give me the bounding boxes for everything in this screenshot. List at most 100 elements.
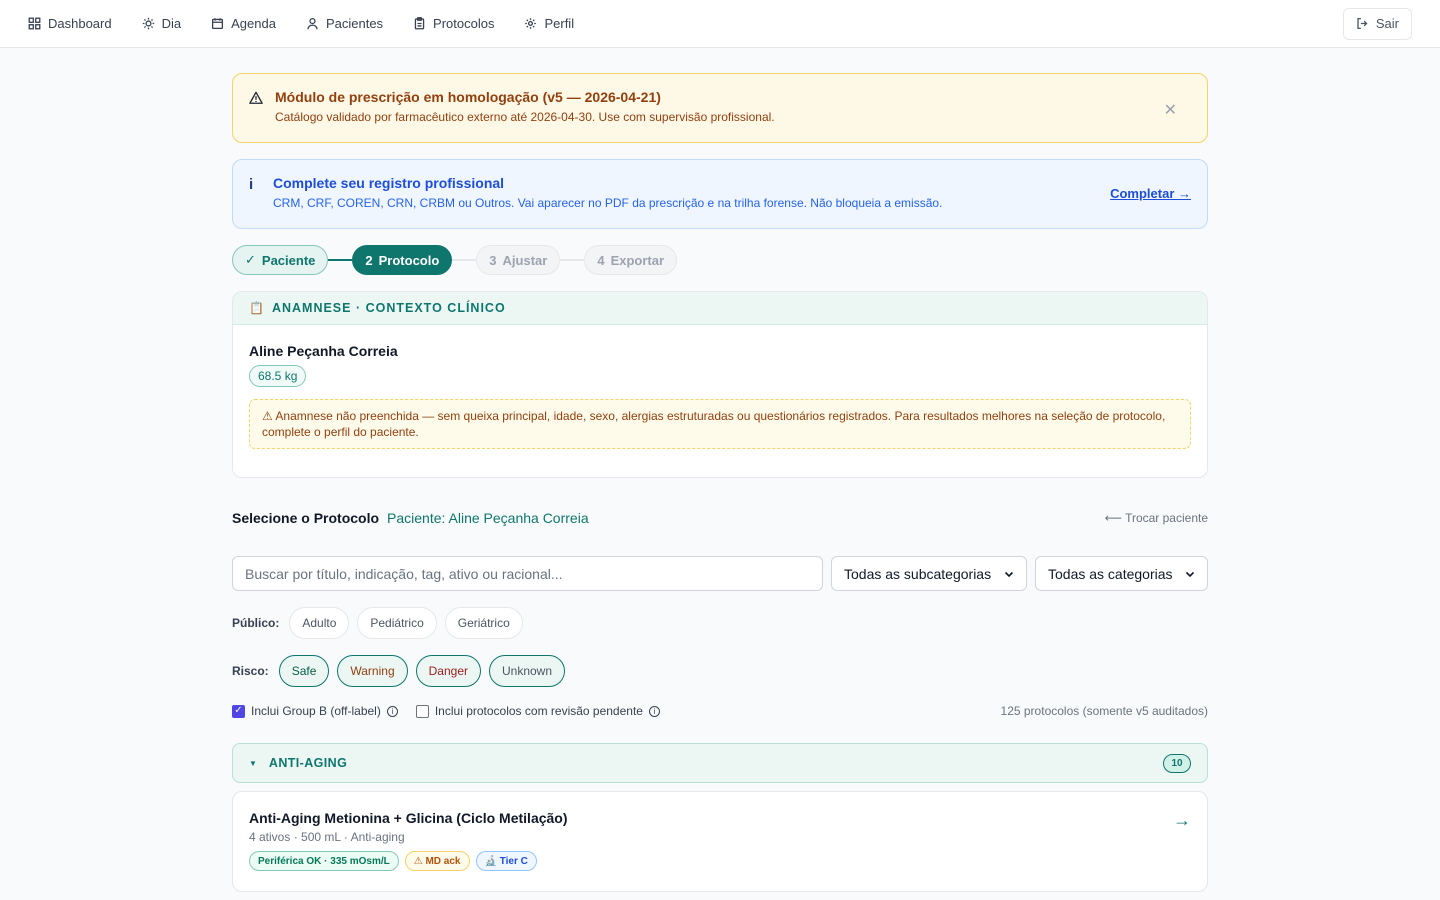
step-ajustar[interactable]: 3 Ajustar xyxy=(476,245,561,275)
nav-agenda-label: Agenda xyxy=(231,16,276,31)
protocol-tags: Periférica OK · 335 mOsm/L ⚠ MD ack 🔬 Ti… xyxy=(249,851,1191,871)
anamnese-card: 📋 ANAMNESE · CONTEXTO CLÍNICO Aline Peça… xyxy=(232,291,1208,478)
info-icon[interactable]: i xyxy=(648,705,660,717)
nav-dia[interactable]: Dia xyxy=(142,16,182,31)
nav-dashboard-label: Dashboard xyxy=(48,16,112,31)
step-ajustar-prefix: 3 xyxy=(489,252,497,268)
user-icon xyxy=(307,17,318,30)
group-name: ANTI-AGING xyxy=(268,756,348,770)
protocol-filters: Todas as subcategorias Todas as categori… xyxy=(232,556,1208,591)
arrow-right-icon[interactable]: → xyxy=(1173,810,1191,831)
tag-md-ack: ⚠ MD ack xyxy=(404,851,470,871)
chip-risk-danger[interactable]: Danger xyxy=(415,655,481,687)
protocol-count: 125 protocolos (somente v5 auditados) xyxy=(1000,704,1208,718)
pending-review-checkbox[interactable] xyxy=(415,704,429,718)
selector-title: Selecione o Protocolo xyxy=(232,510,380,526)
step-ajustar-label: Ajustar xyxy=(502,252,548,268)
anamnese-card-body: Aline Peçanha Correia 68.5 kg ⚠ Anamnese… xyxy=(233,325,1207,477)
step-paciente-label: Paciente xyxy=(261,252,316,268)
warning-banner-subtitle: Catálogo validado por farmacêutico exter… xyxy=(275,110,775,124)
nav-pacientes-label: Pacientes xyxy=(325,16,384,31)
caret-down-icon: ▼ xyxy=(249,758,257,768)
step-paciente[interactable]: ✓ Paciente xyxy=(232,245,329,275)
risk-label: Risco: xyxy=(232,664,269,678)
swap-patient-link[interactable]: ⟵ Trocar paciente xyxy=(1105,511,1208,525)
clipboard-icon xyxy=(414,17,425,30)
complete-registration-link[interactable]: Completar → xyxy=(1110,186,1191,201)
logout-button[interactable]: Sair xyxy=(1342,7,1412,40)
category-select[interactable]: Todas as categorias xyxy=(1035,556,1208,591)
chip-risk-warning[interactable]: Warning xyxy=(337,655,408,687)
protocol-card[interactable]: Anti-Aging Metionina + Glicina (Ciclo Me… xyxy=(232,791,1208,892)
pending-review-label: Inclui protocolos com revisão pendente xyxy=(434,704,643,718)
top-navbar: Dashboard Dia Agenda Pacientes Protocolo… xyxy=(0,0,1440,48)
nav-perfil-label: Perfil xyxy=(544,16,575,31)
clipboard-icon: 📋 xyxy=(249,301,264,315)
chip-pediatrico[interactable]: Pediátrico xyxy=(357,607,437,639)
chip-risk-unknown[interactable]: Unknown xyxy=(488,655,566,687)
nav-dia-label: Dia xyxy=(161,16,182,31)
step-connector xyxy=(452,259,477,261)
step-exportar[interactable]: 4 Exportar xyxy=(584,245,678,275)
option-pending-review: Inclui protocolos com revisão pendente i xyxy=(415,704,660,718)
nav-protocolos-label: Protocolos xyxy=(433,16,495,31)
risk-filter-row: Risco: Safe Warning Danger Unknown xyxy=(232,655,1208,687)
info-banner-subtitle: CRM, CRF, COREN, CRN, CRBM ou Outros. Va… xyxy=(273,196,943,210)
chip-risk-safe[interactable]: Safe xyxy=(278,655,330,687)
public-label: Público: xyxy=(232,616,280,630)
step-connector xyxy=(560,259,585,261)
step-paciente-prefix: ✓ xyxy=(245,252,256,267)
warning-triangle-icon xyxy=(249,91,263,104)
step-protocolo-prefix: 2 xyxy=(365,252,373,268)
nav-perfil[interactable]: Perfil xyxy=(524,16,574,31)
chip-adulto[interactable]: Adulto xyxy=(289,607,350,639)
step-protocolo-label: Protocolo xyxy=(378,252,440,268)
calendar-icon xyxy=(212,18,224,30)
anamnese-card-title: ANAMNESE · CONTEXTO CLÍNICO xyxy=(271,301,506,315)
include-options-row: Inclui Group B (off-label) i Inclui prot… xyxy=(232,703,1208,719)
group-count-badge: 10 xyxy=(1163,753,1191,773)
anamnese-missing-warning: ⚠ Anamnese não preenchida — sem queixa p… xyxy=(249,399,1191,449)
warning-banner-text: Módulo de prescrição em homologação (v5 … xyxy=(275,88,775,126)
protocol-search-input[interactable] xyxy=(232,556,823,591)
step-exportar-prefix: 4 xyxy=(597,252,605,268)
category-group-anti-aging[interactable]: ▼ ANTI-AGING 10 xyxy=(232,743,1208,783)
chip-geriatrico[interactable]: Geriátrico xyxy=(444,607,523,639)
public-filter-row: Público: Adulto Pediátrico Geriátrico xyxy=(232,607,1208,639)
group-b-checkbox[interactable] xyxy=(232,704,245,718)
gear-icon xyxy=(525,18,537,29)
logout-label: Sair xyxy=(1375,16,1399,31)
tag-tier: 🔬 Tier C xyxy=(475,851,537,871)
nav-protocolos[interactable]: Protocolos xyxy=(413,16,494,31)
nav-items: Dashboard Dia Agenda Pacientes Protocolo… xyxy=(28,16,1343,31)
info-icon: i xyxy=(249,176,254,193)
weight-badge: 68.5 kg xyxy=(249,365,307,387)
protocol-name: Anti-Aging Metionina + Glicina (Ciclo Me… xyxy=(249,810,568,826)
group-b-label: Inclui Group B (off-label) xyxy=(251,704,381,718)
nav-dashboard[interactable]: Dashboard xyxy=(28,16,112,31)
patient-name: Aline Peçanha Correia xyxy=(249,343,398,359)
warning-banner-title: Módulo de prescrição em homologação (v5 … xyxy=(275,89,661,105)
grid-icon xyxy=(28,17,41,30)
subcategory-select[interactable]: Todas as subcategorias xyxy=(831,556,1027,591)
main-content: Módulo de prescrição em homologação (v5 … xyxy=(232,48,1208,892)
info-banner-text: Complete seu registro profissional CRM, … xyxy=(273,174,942,212)
protocol-selector-header: Selecione o Protocolo Paciente: Aline Pe… xyxy=(232,508,1208,528)
sun-icon xyxy=(142,17,154,30)
step-connector xyxy=(328,259,353,261)
selector-patient: Paciente: Aline Peçanha Correia xyxy=(387,510,589,526)
info-icon[interactable]: i xyxy=(386,705,398,717)
nav-agenda[interactable]: Agenda xyxy=(211,16,276,31)
subcategory-select-value: Todas as subcategorias xyxy=(844,565,992,582)
chevron-down-icon xyxy=(1185,571,1195,577)
chevron-down-icon xyxy=(1004,571,1014,577)
step-protocolo[interactable]: 2 Protocolo xyxy=(352,245,453,275)
anamnese-card-header: 📋 ANAMNESE · CONTEXTO CLÍNICO xyxy=(233,292,1207,325)
logout-icon xyxy=(1357,17,1368,30)
step-exportar-label: Exportar xyxy=(610,252,665,268)
close-icon[interactable]: ✕ xyxy=(1164,100,1177,120)
registration-info-banner: i Complete seu registro profissional CRM… xyxy=(232,159,1208,229)
protocol-meta: 4 ativos · 500 mL · Anti-aging xyxy=(249,830,405,844)
nav-pacientes[interactable]: Pacientes xyxy=(306,16,383,31)
info-banner-title: Complete seu registro profissional xyxy=(273,175,505,191)
